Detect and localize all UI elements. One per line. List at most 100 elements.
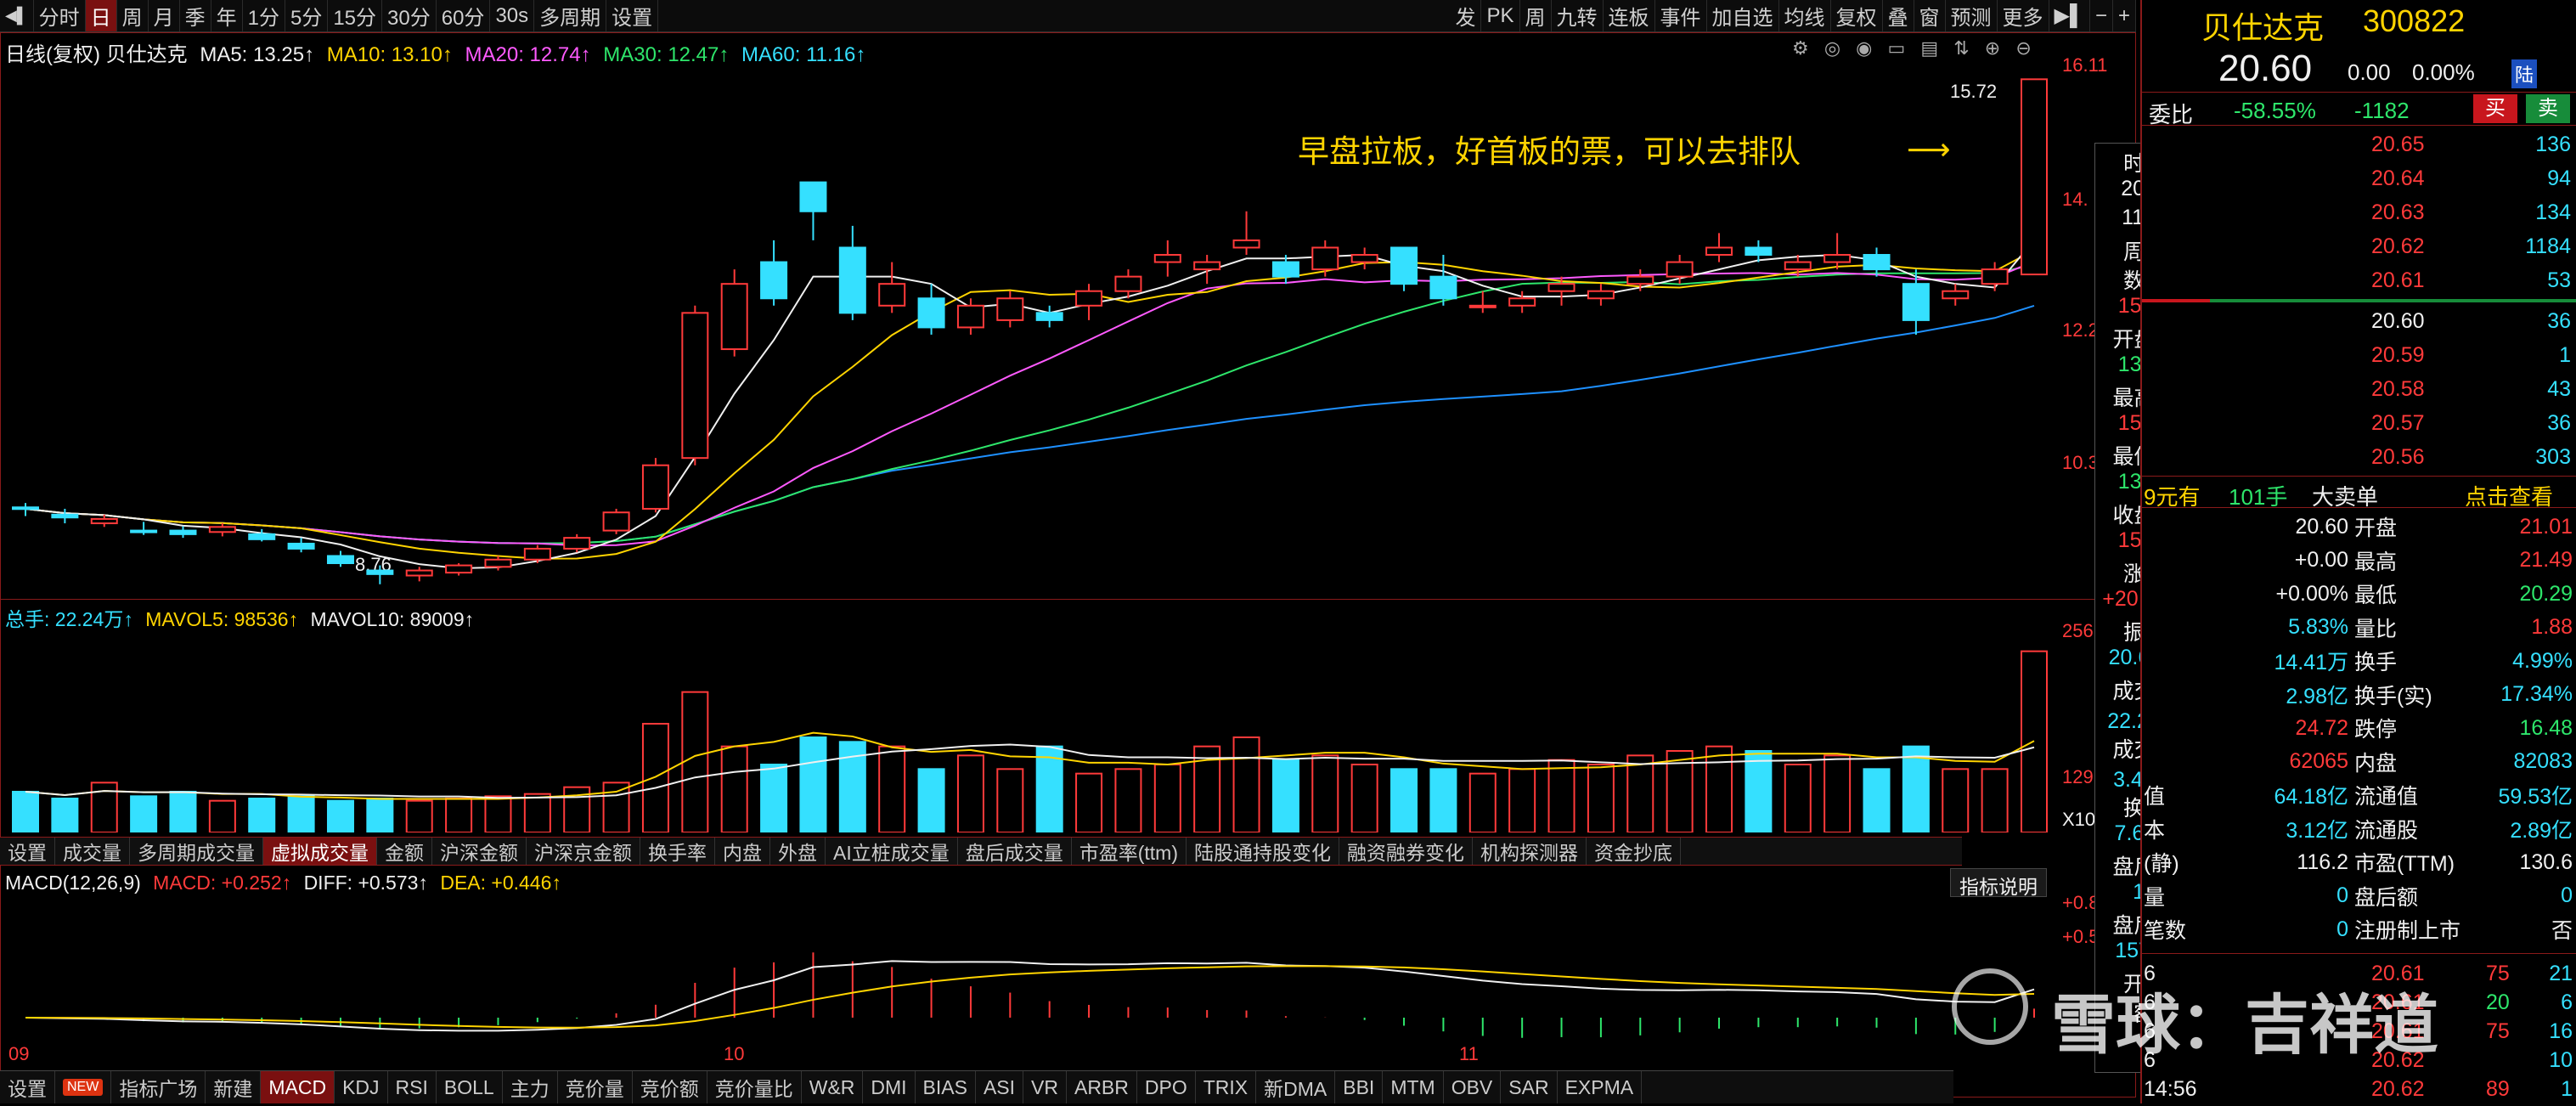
candlestick-chart[interactable] <box>0 51 2054 603</box>
book-row[interactable]: 20.57 36 <box>2142 406 2576 440</box>
indicator-tab[interactable]: ARBR <box>1067 1071 1137 1103</box>
volume-subtab[interactable]: AI立桩成交量 <box>826 838 958 865</box>
indicator-tab[interactable]: DPO <box>1137 1071 1196 1103</box>
indicator-tab[interactable]: EXPMA <box>1558 1071 1643 1103</box>
candle-body <box>1468 304 1497 308</box>
indicator-tab[interactable]: 新DMA <box>1256 1071 1336 1103</box>
book-row[interactable]: 20.58 43 <box>2142 372 2576 406</box>
period-tab[interactable]: 周 <box>117 0 149 31</box>
period-tab[interactable]: 60分 <box>437 0 491 31</box>
period-tab[interactable]: 5分 <box>285 0 329 31</box>
period-tab[interactable]: 日 <box>85 0 117 31</box>
period-tab[interactable]: 设置 <box>606 0 659 31</box>
indicator-tab[interactable]: 指标广场 <box>111 1071 206 1103</box>
macd-chart[interactable] <box>0 899 2054 1047</box>
indicator-tab[interactable]: OBV <box>1444 1071 1502 1103</box>
volume-chart[interactable] <box>0 624 2054 832</box>
toolbar-right-item[interactable]: 事件 <box>1655 0 1707 31</box>
indicator-tab[interactable]: ASI <box>976 1071 1024 1103</box>
indicator-tab[interactable]: W&R <box>802 1071 864 1103</box>
date-09: 09 <box>8 1043 30 1064</box>
indicator-tab[interactable]: BIAS <box>916 1071 976 1103</box>
period-tab[interactable]: 分时 <box>34 0 86 31</box>
book-row[interactable]: 20.59 1 <box>2142 338 2576 372</box>
toolbar-minus-icon[interactable]: − <box>2090 0 2113 31</box>
indicator-tab[interactable]: BBI <box>1335 1071 1384 1103</box>
indicator-tab[interactable]: RSI <box>388 1071 437 1103</box>
toolbar-right-item[interactable]: 复权 <box>1831 0 1883 31</box>
toolbar-prev-icon[interactable]: ◀▌ <box>0 0 34 31</box>
volume-subtab[interactable]: 内盘 <box>715 838 770 865</box>
toolbar-plus-icon[interactable]: + <box>2113 0 2136 31</box>
candle-body <box>602 511 630 532</box>
big-order-row[interactable]: 9元有 101手 大卖单 点击查看 <box>2142 476 2576 511</box>
period-tab[interactable]: 月 <box>149 0 180 31</box>
toolbar-right-item[interactable]: 均线 <box>1779 0 1831 31</box>
volume-subtab[interactable]: 换手率 <box>640 838 715 865</box>
book-row[interactable]: 20.62 1184 <box>2142 229 2576 263</box>
volume-subtab[interactable]: 融资融券变化 <box>1339 838 1473 865</box>
volume-subtab[interactable]: 沪深京金额 <box>527 838 640 865</box>
book-row[interactable]: 20.65 136 <box>2142 127 2576 161</box>
indicator-help-button[interactable]: 指标说明 <box>1950 868 2047 898</box>
period-tab[interactable]: 1分 <box>243 0 285 31</box>
book-row[interactable]: 20.64 94 <box>2142 161 2576 195</box>
toolbar-right-item[interactable]: 更多 <box>1998 0 2049 31</box>
book-row[interactable]: 20.56 303 <box>2142 440 2576 474</box>
toolbar-right-item[interactable]: 周 <box>1520 0 1552 31</box>
indicator-tab[interactable]: BOLL <box>437 1071 503 1103</box>
toolbar-right-item[interactable]: PK <box>1481 0 1520 31</box>
stat-row: 24.72 跌停 16.48 <box>2142 711 2576 745</box>
toolbar-right-item[interactable]: 预测 <box>1946 0 1998 31</box>
indicator-tab[interactable]: 竞价量比 <box>707 1071 802 1103</box>
volume-subtab[interactable]: 设置 <box>0 838 55 865</box>
bottom-settings[interactable]: 设置 <box>0 1071 55 1103</box>
volume-subtab[interactable]: 多周期成交量 <box>130 838 263 865</box>
buy-button[interactable]: 买 <box>2473 94 2517 123</box>
indicator-tab[interactable]: SAR <box>1501 1071 1558 1103</box>
indicator-tab[interactable]: TRIX <box>1196 1071 1257 1103</box>
period-tab[interactable]: 30s <box>490 0 535 31</box>
toolbar-right-item[interactable]: 九转 <box>1552 0 1604 31</box>
volume-bar <box>1153 764 1181 832</box>
indicator-tab[interactable]: KDJ <box>335 1071 388 1103</box>
volume-subtab[interactable]: 资金抄底 <box>1587 838 1681 865</box>
volume-subtab[interactable]: 沪深金额 <box>432 838 527 865</box>
toolbar-right-item[interactable]: 连板 <box>1604 0 1655 31</box>
candle-body <box>1745 246 1773 257</box>
volume-subtab[interactable]: 成交量 <box>55 838 130 865</box>
volume-subtab[interactable]: 虚拟成交量 <box>263 838 377 865</box>
stat-label-right: 注册制上市 <box>2354 919 2461 943</box>
volume-subtab[interactable]: 陆股通持股变化 <box>1187 838 1339 865</box>
sell-button[interactable]: 卖 <box>2526 94 2570 123</box>
toolbar-right-item[interactable]: 加自选 <box>1707 0 1779 31</box>
indicator-tab[interactable]: DMI <box>863 1071 916 1103</box>
period-tab[interactable]: 多周期 <box>534 0 607 31</box>
indicator-tab[interactable]: MTM <box>1383 1071 1444 1103</box>
volume-subtab[interactable]: 市盈率(ttm) <box>1072 838 1187 865</box>
volume-subtab[interactable]: 盘后成交量 <box>958 838 1072 865</box>
candle-body <box>1942 290 1970 300</box>
toolbar-last-icon[interactable]: ▶▌ <box>2049 0 2090 31</box>
period-tab[interactable]: 季 <box>180 0 211 31</box>
toolbar-right-item[interactable]: 发 <box>1450 0 1482 31</box>
stat-value-left: 116.2 <box>2297 849 2348 874</box>
volume-subtab[interactable]: 机构探测器 <box>1473 838 1587 865</box>
period-tab[interactable]: 15分 <box>328 0 383 31</box>
volume-subtab[interactable]: 金额 <box>377 838 432 865</box>
indicator-tab[interactable]: VR <box>1023 1071 1067 1103</box>
volume-subtab[interactable]: 外盘 <box>770 838 826 865</box>
indicator-tab[interactable]: 新建 <box>206 1071 262 1103</box>
indicator-tab[interactable]: 竞价额 <box>633 1071 707 1103</box>
indicator-tab[interactable]: 竞价量 <box>558 1071 633 1103</box>
book-row[interactable]: 20.60 36 <box>2142 304 2576 338</box>
period-tab[interactable]: 年 <box>211 0 243 31</box>
period-tab[interactable]: 30分 <box>382 0 437 31</box>
book-row[interactable]: 20.63 134 <box>2142 195 2576 229</box>
indicator-tab[interactable]: MACD <box>261 1071 335 1103</box>
book-row[interactable]: 20.61 53 <box>2142 263 2576 297</box>
bigorder-link[interactable]: 点击查看 <box>2465 480 2553 511</box>
indicator-tab[interactable]: 主力 <box>503 1071 558 1103</box>
toolbar-right-item[interactable]: 叠 <box>1883 0 1914 31</box>
toolbar-right-item[interactable]: 窗 <box>1914 0 1946 31</box>
